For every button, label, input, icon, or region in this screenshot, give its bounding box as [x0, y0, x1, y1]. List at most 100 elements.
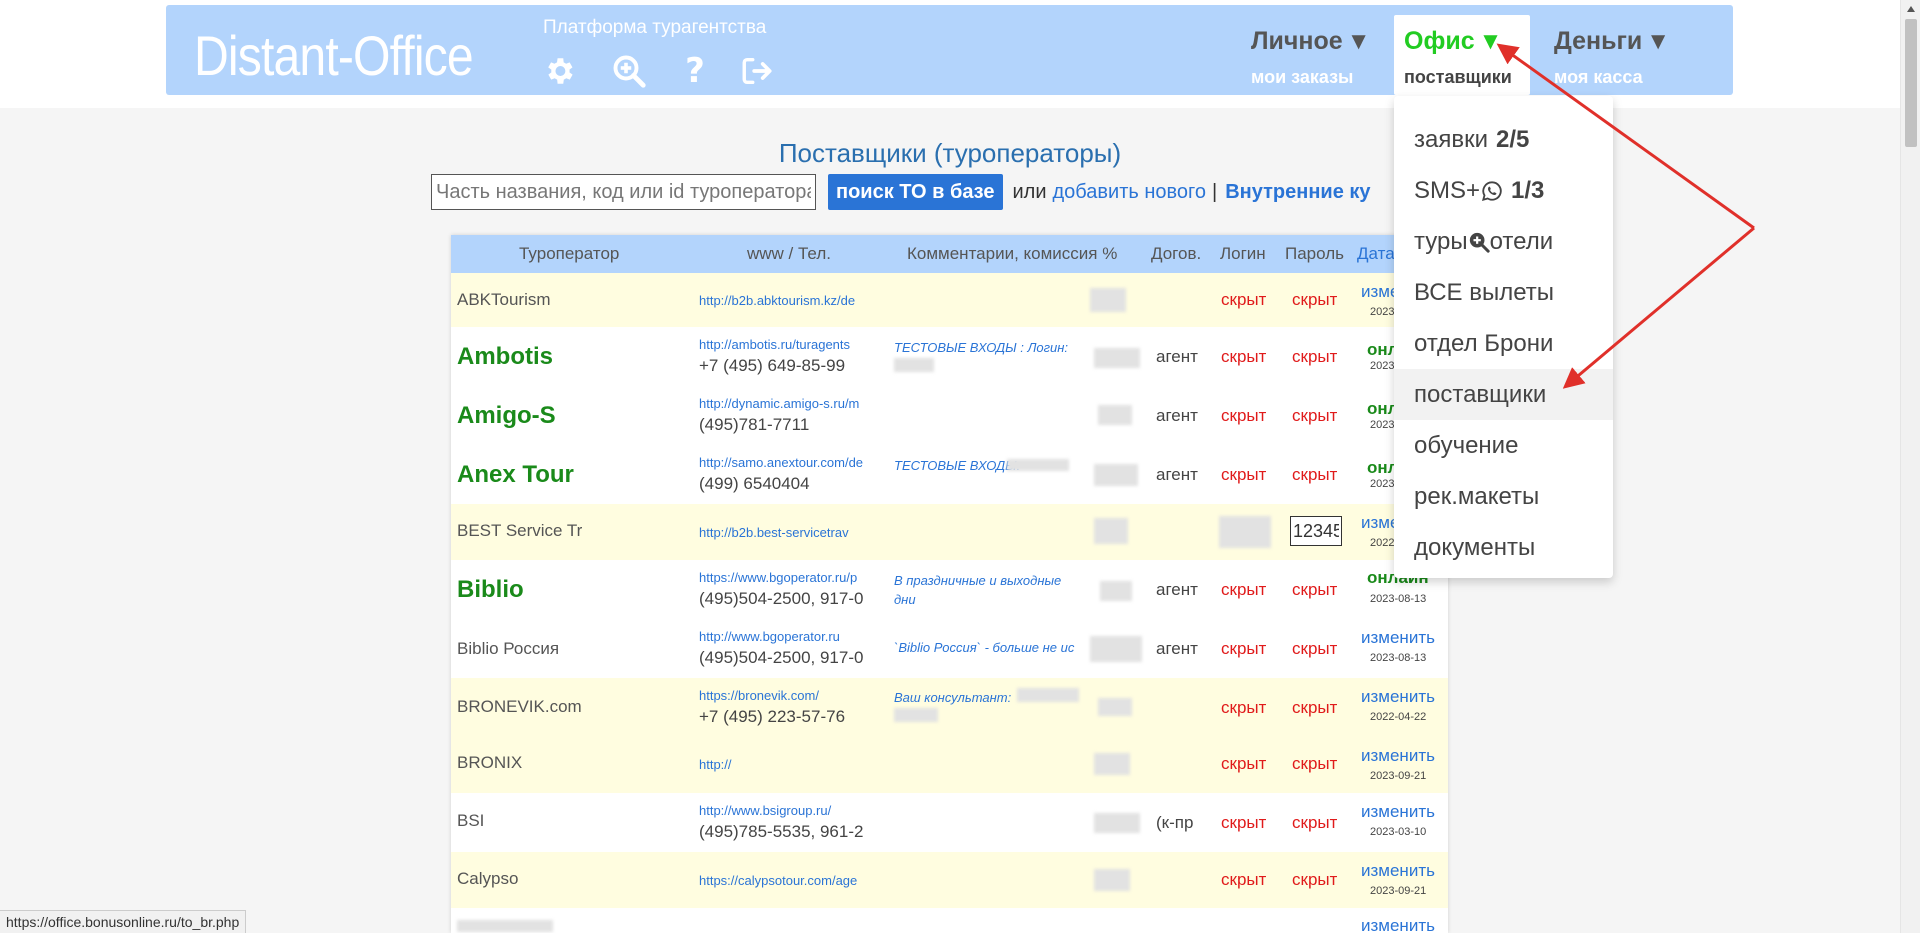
login-hidden[interactable]: скрыт	[1221, 639, 1266, 659]
dropdown-item-documents[interactable]: документы	[1394, 522, 1613, 573]
operator-name[interactable]: Biblio	[457, 576, 524, 604]
table-row: Calypso https://calypsotour.com/age скры…	[451, 852, 1448, 908]
menu-personal[interactable]: Личное ▼	[1251, 27, 1370, 56]
question-icon[interactable]: ?	[675, 51, 715, 91]
login-hidden[interactable]: скрыт	[1221, 698, 1266, 718]
table-row: Anex Tour http://samo.anextour.com/de (4…	[451, 445, 1448, 504]
logo[interactable]: Distant-Office	[194, 23, 474, 88]
operator-name[interactable]: Anex Tour	[457, 461, 574, 489]
scroll-up-icon[interactable]	[1901, 0, 1920, 17]
col-operator[interactable]: Туроператор	[519, 244, 619, 264]
operator-www[interactable]: https://bronevik.com/	[699, 688, 877, 703]
operator-www[interactable]: http://b2b.abktourism.kz/de	[699, 293, 877, 308]
password-hidden[interactable]: скрыт	[1292, 754, 1337, 774]
row-date: 2023-08-13	[1370, 652, 1427, 664]
login-hidden[interactable]: скрыт	[1221, 870, 1266, 890]
operator-www[interactable]: http://b2b.best-servicetrav	[699, 525, 877, 540]
col-contract[interactable]: Догов.	[1151, 244, 1201, 264]
change-link[interactable]: изменить	[1361, 628, 1448, 648]
dropdown-item-suppliers[interactable]: поставщики	[1394, 369, 1613, 420]
login-hidden[interactable]: скрыт	[1221, 465, 1266, 485]
operator-www[interactable]: http://	[699, 757, 877, 772]
operator-www[interactable]: http://ambotis.ru/turagents	[699, 337, 877, 352]
operator-www[interactable]: https://www.bgoperator.ru/p	[699, 570, 877, 585]
contract-type: агент	[1156, 465, 1198, 484]
change-link[interactable]: изменить	[1361, 802, 1448, 822]
col-password[interactable]: Пароль	[1285, 244, 1344, 264]
change-link[interactable]: изменить	[1361, 861, 1448, 881]
login-hidden[interactable]: скрыт	[1221, 813, 1266, 833]
vertical-scrollbar[interactable]	[1900, 0, 1920, 933]
menu-office[interactable]: Офис ▼	[1404, 27, 1502, 56]
menu-personal-sub[interactable]: мои заказы	[1251, 67, 1353, 88]
col-www[interactable]: www / Тел.	[747, 244, 831, 264]
operator-name[interactable]: ABKTourism	[457, 290, 551, 310]
sign-out-icon[interactable]	[737, 51, 777, 91]
add-new-link[interactable]: добавить нового	[1053, 181, 1207, 204]
change-link[interactable]: изменить	[1361, 916, 1448, 933]
change-link[interactable]: изменить	[1361, 687, 1448, 707]
password-hidden[interactable]: скрыт	[1292, 465, 1337, 485]
contract-type: агент	[1156, 639, 1198, 658]
operator-www[interactable]: http://www.bsigroup.ru/	[699, 803, 877, 818]
search-input[interactable]	[431, 174, 816, 210]
password-hidden[interactable]: скрыт	[1292, 347, 1337, 367]
operator-phone: (495)781-7711	[699, 415, 810, 434]
password-hidden[interactable]: скрыт	[1292, 813, 1337, 833]
menu-office-sub[interactable]: поставщики	[1404, 67, 1512, 88]
login-hidden[interactable]: скрыт	[1221, 580, 1266, 600]
operator-name[interactable]: Calypso	[457, 869, 518, 889]
menu-money-sub[interactable]: моя касса	[1554, 67, 1643, 88]
operator-name[interactable]: BRONEVIK.com	[457, 697, 582, 717]
table-row: Biblio https://www.bgoperator.ru/p (495)…	[451, 560, 1448, 619]
dropdown-item-all-flights[interactable]: ВСЕ вылеты	[1394, 267, 1613, 318]
contract-type: агент	[1156, 347, 1198, 366]
password-hidden[interactable]: скрыт	[1292, 580, 1337, 600]
operator-www[interactable]: https://calypsotour.com/age	[699, 873, 877, 888]
table-row: BEST Service Tr http://b2b.best-servicet…	[451, 504, 1448, 560]
dropdown-item-ad-layouts[interactable]: рек.макеты	[1394, 471, 1613, 522]
col-date[interactable]: Дата	[1357, 244, 1395, 264]
change-link[interactable]: изменить	[1361, 746, 1448, 766]
scrollbar-thumb[interactable]	[1905, 19, 1917, 147]
password-hidden[interactable]: скрыт	[1292, 870, 1337, 890]
blurred-comment	[894, 358, 934, 372]
password-hidden[interactable]: скрыт	[1292, 698, 1337, 718]
operator-www[interactable]: http://www.bgoperator.ru	[699, 629, 877, 644]
gear-icon[interactable]	[539, 51, 579, 91]
operator-name[interactable]: BRONIX	[457, 753, 522, 773]
operator-name[interactable]: BSI	[457, 811, 484, 831]
operator-name[interactable]: BEST Service Tr	[457, 521, 582, 541]
operator-name[interactable]: Ambotis	[457, 343, 553, 371]
login-hidden[interactable]: скрыт	[1221, 406, 1266, 426]
dropdown-item-sms[interactable]: SMS+ 1/3	[1394, 165, 1613, 216]
password-hidden[interactable]: скрыт	[1292, 290, 1337, 310]
search-button[interactable]: поиск ТО в базе	[828, 174, 1003, 210]
operator-www[interactable]: http://dynamic.amigo-s.ru/m	[699, 396, 877, 411]
operator-name[interactable]: Amigo-S	[457, 402, 556, 430]
suppliers-table: Туроператор www / Тел. Комментарии, коми…	[451, 235, 1448, 933]
internal-link[interactable]: Внутренние ку	[1225, 181, 1370, 204]
search-plus-icon[interactable]	[609, 51, 649, 91]
password-hidden[interactable]: скрыт	[1292, 406, 1337, 426]
row-date: 2023-08-13	[1370, 593, 1427, 605]
table-row: BSI http://www.bsigroup.ru/ (495)785-553…	[451, 793, 1448, 852]
dropdown-item-requests[interactable]: заявки 2/5	[1394, 114, 1613, 165]
password-input[interactable]	[1290, 516, 1342, 546]
password-hidden[interactable]: скрыт	[1292, 639, 1337, 659]
login-hidden[interactable]: скрыт	[1221, 290, 1266, 310]
login-input-blurred[interactable]	[1219, 516, 1271, 548]
operator-name[interactable]: Biblio Россия	[457, 639, 559, 659]
dropdown-item-tours-hotels[interactable]: туры отели	[1394, 216, 1613, 267]
operator-www[interactable]: http://samo.anextour.com/de	[699, 455, 877, 470]
col-comments[interactable]: Комментарии, комиссия %	[907, 244, 1117, 264]
login-hidden[interactable]: скрыт	[1221, 347, 1266, 367]
menu-money[interactable]: Деньги ▼	[1554, 27, 1670, 56]
dropdown-item-booking-dept[interactable]: отдел Брони	[1394, 318, 1613, 369]
blurred-comment	[894, 708, 938, 722]
login-hidden[interactable]: скрыт	[1221, 754, 1266, 774]
dropdown-item-training[interactable]: обучение	[1394, 420, 1613, 471]
table-row: BRONIX http:// скрыт скрыт изменить 2023…	[451, 737, 1448, 793]
blurred-commission	[1090, 636, 1142, 662]
col-login[interactable]: Логин	[1220, 244, 1266, 264]
